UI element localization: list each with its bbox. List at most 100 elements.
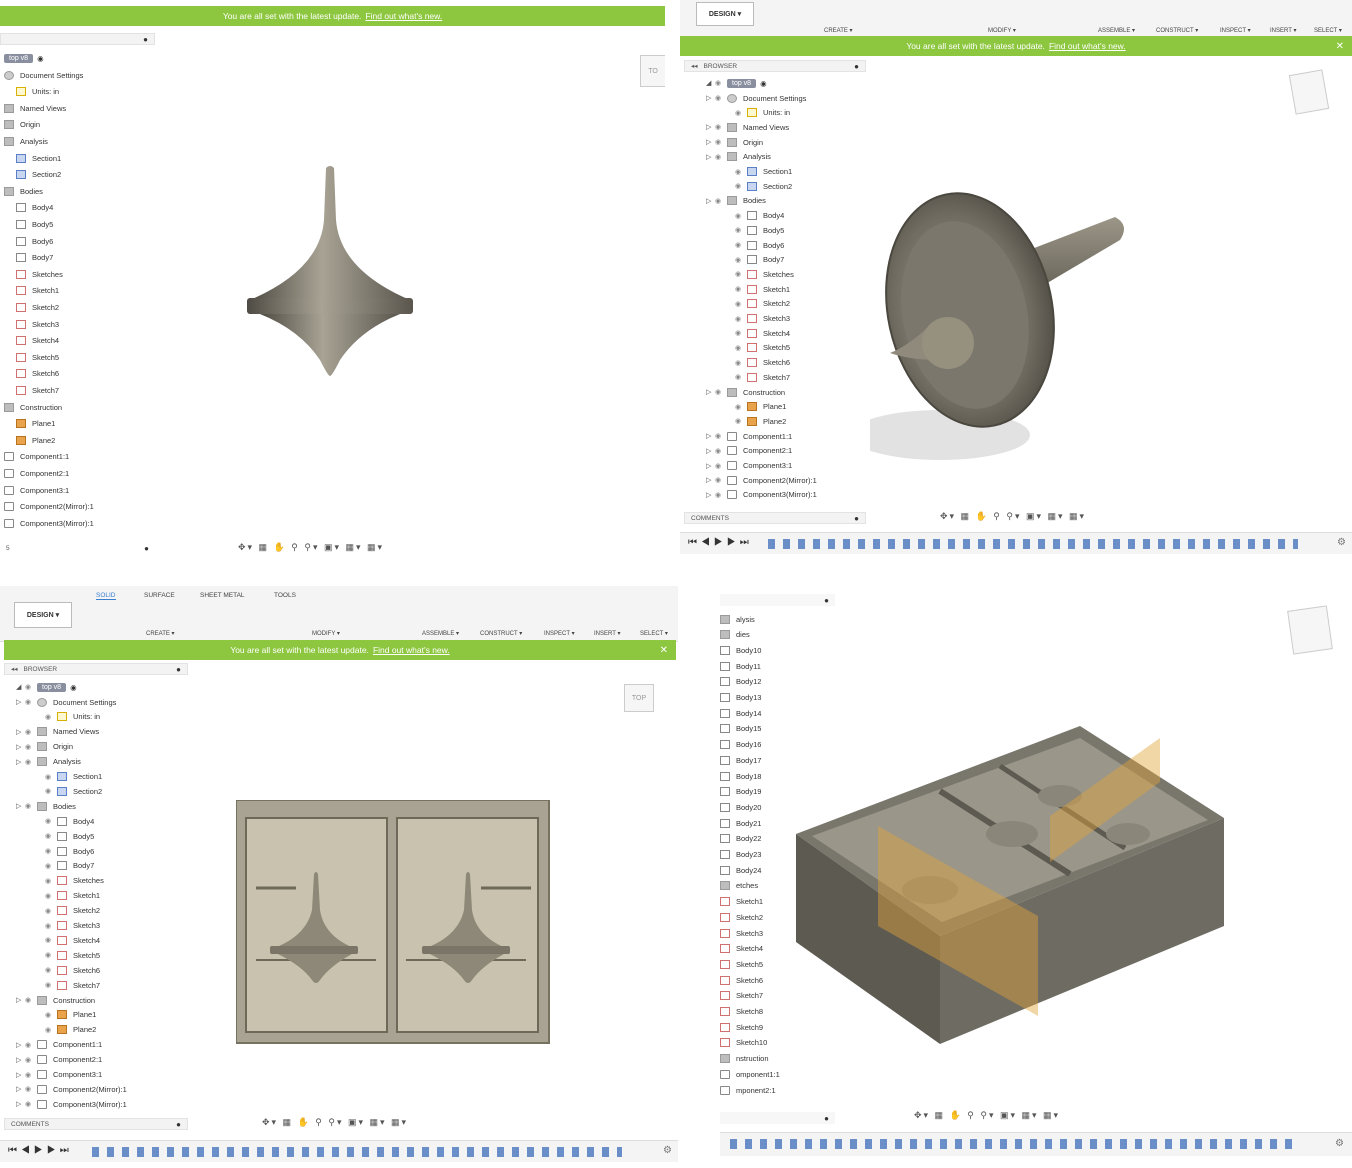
eye-icon[interactable]: ◉ — [735, 168, 747, 176]
tab-solid[interactable]: SOLID — [96, 592, 116, 600]
expand-icon[interactable]: ▷ — [16, 1100, 25, 1108]
radio-icon[interactable]: ◉ — [70, 683, 77, 692]
tree-item[interactable]: omponent1:1 — [720, 1067, 780, 1081]
eye-icon[interactable]: ◉ — [735, 344, 747, 352]
tree-item[interactable]: Body18 — [720, 769, 761, 783]
tree-item[interactable]: ◉ Body5 — [726, 223, 784, 237]
eye-icon[interactable]: ◉ — [735, 109, 747, 117]
tree-root[interactable]: ◢ ◉ top v8 ◉ — [16, 680, 77, 694]
tree-item[interactable]: ◉ Sketch6 — [726, 356, 790, 370]
eye-icon[interactable]: ◉ — [25, 758, 37, 766]
whats-new-link[interactable]: Find out what's new. — [365, 11, 442, 21]
view-cube[interactable] — [1288, 69, 1330, 115]
tree-item[interactable]: Body14 — [720, 706, 761, 720]
tree-item[interactable]: ▷ ◉ Construction — [706, 385, 785, 399]
tree-item[interactable]: nstruction — [720, 1052, 769, 1066]
tree-item[interactable]: ◉ Sketch3 — [726, 312, 790, 326]
navigation-bar[interactable]: ✥▾ ▦ ✋ ⚲ ⚲▾ ▣▾ ▦▾ ▦▾ — [940, 511, 1086, 522]
expand-icon[interactable]: ▷ — [16, 728, 25, 736]
expand-icon[interactable]: ▷ — [706, 447, 715, 455]
tree-item[interactable]: Body17 — [720, 753, 761, 767]
tree-item[interactable]: ▷ ◉ Named Views — [16, 725, 99, 739]
eye-icon[interactable]: ◉ — [45, 713, 57, 721]
tab-tools[interactable]: TOOLS — [274, 592, 296, 599]
eye-icon[interactable]: ◉ — [25, 1056, 37, 1064]
eye-icon[interactable]: ◉ — [715, 476, 727, 484]
eye-icon[interactable]: ◉ — [45, 907, 57, 915]
inspect-menu[interactable]: INSPECT ▾ — [544, 630, 575, 637]
insert-menu[interactable]: INSERT ▾ — [594, 630, 620, 637]
eye-icon[interactable]: ◉ — [45, 847, 57, 855]
tree-item[interactable]: ◉ Section1 — [726, 165, 792, 179]
gear-icon[interactable]: ⚙ — [1337, 537, 1346, 548]
tree-item[interactable]: ▷ ◉ Analysis — [16, 755, 81, 769]
gear-icon[interactable]: ⚙ — [663, 1145, 672, 1156]
eye-icon[interactable]: ◉ — [735, 403, 747, 411]
tab-sheet-metal[interactable]: SHEET METAL — [200, 592, 245, 599]
expand-icon[interactable]: ▷ — [16, 758, 25, 766]
close-icon[interactable]: ✕ — [1336, 41, 1344, 52]
tree-item[interactable]: Body13 — [720, 691, 761, 705]
timeline[interactable]: ⏮◀▶▶⏭ ⚙ — [680, 532, 1352, 554]
tree-item[interactable]: ◉ Sketch5 — [36, 948, 100, 962]
tree-item[interactable]: ▷ ◉ Origin — [16, 740, 73, 754]
tree-item[interactable]: Component3(Mirror):1 — [4, 516, 94, 530]
eye-icon[interactable]: ◉ — [45, 981, 57, 989]
tree-item[interactable]: ◉ Sketch2 — [726, 297, 790, 311]
tree-item[interactable]: ◉ Plane1 — [726, 400, 786, 414]
tree-item[interactable]: Sketch1 — [16, 284, 59, 298]
expand-icon[interactable]: ▷ — [16, 1071, 25, 1079]
view-cube[interactable]: TOP — [624, 684, 654, 712]
eye-icon[interactable]: ◉ — [735, 329, 747, 337]
tree-item[interactable]: Body21 — [720, 816, 761, 830]
expand-icon[interactable]: ▷ — [706, 491, 715, 499]
tree-item[interactable]: ◉ Body6 — [726, 238, 784, 252]
whats-new-link[interactable]: Find out what's new. — [373, 645, 450, 655]
eye-icon[interactable]: ◉ — [45, 966, 57, 974]
expand-icon[interactable]: ▷ — [706, 153, 715, 161]
tree-item[interactable]: ◉ Sketch5 — [726, 341, 790, 355]
tree-item[interactable]: ▷ ◉ Component3(Mirror):1 — [16, 1097, 127, 1111]
eye-icon[interactable]: ◉ — [735, 373, 747, 381]
eye-icon[interactable]: ◉ — [25, 996, 37, 1004]
tree-item[interactable]: ◉ Units: in — [36, 710, 100, 724]
eye-icon[interactable]: ◉ — [735, 315, 747, 323]
tree-item[interactable]: ◉ Body7 — [726, 253, 784, 267]
eye-icon[interactable]: ◉ — [715, 138, 727, 146]
tree-item[interactable]: ▷ ◉ Component3:1 — [706, 459, 792, 473]
tree-item[interactable]: Section1 — [16, 151, 61, 165]
tree-item[interactable]: Body6 — [16, 234, 53, 248]
tree-item[interactable]: Component2:1 — [4, 466, 69, 480]
tree-item[interactable]: Plane1 — [16, 417, 55, 431]
expand-icon[interactable]: ▷ — [16, 802, 25, 810]
tree-item[interactable]: Body5 — [16, 217, 53, 231]
timeline-features[interactable] — [92, 1147, 622, 1157]
eye-icon[interactable]: ◉ — [735, 270, 747, 278]
timeline-playback-controls[interactable]: ⏮◀▶▶⏭ — [688, 537, 753, 548]
tree-item[interactable]: Sketch1 — [720, 895, 763, 909]
spinning-top-iso-view[interactable] — [870, 185, 1150, 475]
tree-item[interactable]: Body10 — [720, 643, 761, 657]
tree-item[interactable]: Body15 — [720, 722, 761, 736]
tree-item[interactable]: ◉ Section2 — [726, 179, 792, 193]
eye-icon[interactable]: ◉ — [735, 241, 747, 249]
tree-item[interactable]: ◉ Plane2 — [36, 1023, 96, 1037]
tree-item[interactable]: ◉ Body4 — [36, 814, 94, 828]
modify-menu[interactable]: MODIFY ▾ — [312, 630, 340, 637]
eye-icon[interactable]: ◉ — [735, 300, 747, 308]
eye-icon[interactable]: ◉ — [45, 787, 57, 795]
tree-item[interactable]: ◉ Body6 — [36, 844, 94, 858]
tree-item[interactable]: ◉ Sketches — [36, 874, 104, 888]
tree-item[interactable]: Sketch3 — [720, 926, 763, 940]
eye-icon[interactable]: ◉ — [45, 817, 57, 825]
tree-item[interactable]: ◉ Sketch6 — [36, 963, 100, 977]
timeline[interactable]: ⏮◀▶▶⏭ ⚙ — [0, 1140, 678, 1162]
view-cube[interactable]: TO — [640, 55, 665, 87]
tree-item[interactable]: Sketch2 — [720, 910, 763, 924]
eye-icon[interactable]: ◉ — [25, 698, 37, 706]
eye-icon[interactable]: ◉ — [25, 1085, 37, 1093]
eye-icon[interactable]: ◉ — [25, 802, 37, 810]
tree-item[interactable]: ▷ ◉ Document Settings — [16, 695, 116, 709]
tree-item[interactable]: Body7 — [16, 251, 53, 265]
eye-icon[interactable]: ◉ — [715, 491, 727, 499]
